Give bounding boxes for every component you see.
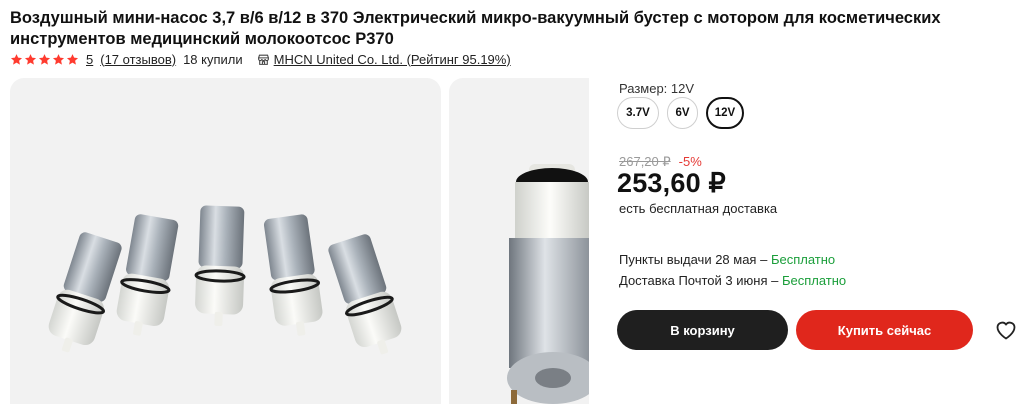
size-option-3-7v[interactable]: 3.7V (617, 97, 659, 129)
star-icon (10, 53, 23, 65)
pumps-photo (48, 205, 402, 355)
pump-closeup-photo (507, 164, 589, 404)
delivery-post-cost: Бесплатно (781, 273, 847, 288)
buy-now-button[interactable]: Купить сейчас (796, 310, 973, 350)
delivery-pickup-cost: Бесплатно (770, 252, 836, 267)
product-title: Воздушный мини-насос 3,7 в/6 в/12 в 370 … (10, 8, 970, 50)
add-to-cart-button[interactable]: В корзину (617, 310, 788, 350)
star-icon (52, 53, 65, 65)
size-option-6v[interactable]: 6V (667, 97, 698, 129)
delivery-pickup: Пункты выдачи 28 мая – Бесплатно (619, 252, 835, 267)
size-option-12v-selected[interactable]: 12V (706, 97, 744, 129)
star-icon (66, 53, 79, 65)
bought-count: 18 купили (183, 51, 243, 67)
size-selector: 3.7V 6V 12V (617, 97, 744, 129)
store-icon (257, 54, 269, 65)
heart-icon[interactable] (994, 318, 1018, 340)
free-shipping-note: есть бесплатная доставка (619, 201, 778, 216)
delivery-post-text: Доставка Почтой 3 июня – (619, 273, 782, 288)
star-icon (24, 53, 37, 65)
delivery-post: Доставка Почтой 3 июня – Бесплатно (619, 273, 846, 288)
product-image-secondary[interactable] (449, 78, 589, 404)
product-title-line-2: инструментов медицинский молокоотсос P37… (10, 30, 394, 48)
product-image-main[interactable] (10, 78, 441, 404)
size-label: Размер: 12V (619, 81, 695, 96)
product-meta: 5 (17 отзывов) 18 купили MHCN United Co.… (10, 51, 511, 67)
current-price: 253,60 ₽ (617, 168, 726, 198)
rating-stars (10, 53, 79, 66)
rating-value-link[interactable]: 5 (86, 52, 93, 67)
reviews-link[interactable]: (17 отзывов) (100, 52, 176, 67)
star-icon (38, 53, 51, 65)
store-link[interactable]: MHCN United Co. Ltd. (Рейтинг 95.19%) (274, 52, 511, 67)
product-title-line-1: Воздушный мини-насос 3,7 в/6 в/12 в 370 … (10, 9, 941, 27)
delivery-pickup-text: Пункты выдачи 28 мая – (619, 252, 771, 267)
